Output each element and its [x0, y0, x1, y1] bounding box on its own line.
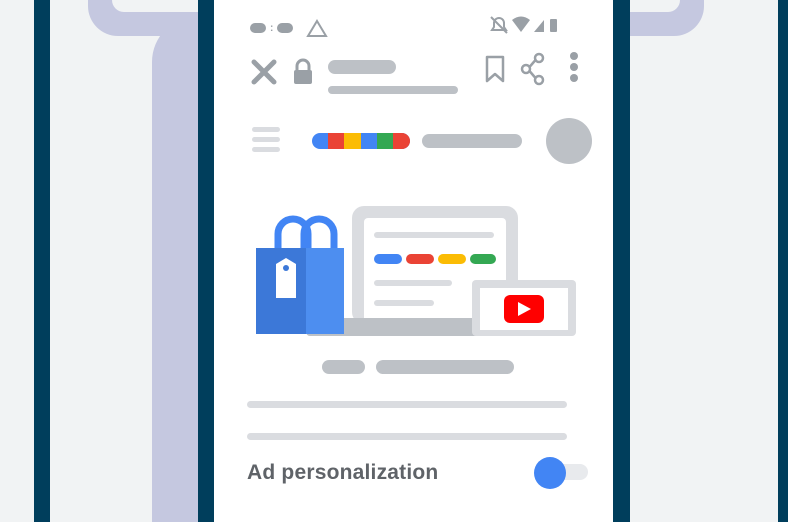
toggle-knob: [534, 457, 566, 489]
status-bar-left: :: [250, 18, 329, 38]
status-dot: [250, 23, 266, 33]
lock-icon: [294, 58, 312, 84]
youtube-window: [472, 280, 576, 336]
more-vert-icon[interactable]: [568, 50, 580, 84]
bell-off-icon: [490, 16, 508, 34]
phone-right-border: [613, 0, 630, 522]
status-icons: [490, 16, 557, 34]
hamburger-menu-icon[interactable]: [250, 124, 282, 156]
status-dot: [277, 23, 294, 33]
google-logo-bar: [312, 133, 410, 149]
avatar[interactable]: [546, 118, 592, 164]
phone-screen: : Ad personalization: [214, 0, 613, 522]
search-placeholder[interactable]: [422, 134, 522, 148]
share-icon[interactable]: [520, 52, 546, 86]
ad-personalization-toggle[interactable]: [532, 456, 588, 490]
frame-left-bar: [34, 0, 50, 522]
page-title-placeholder: [328, 60, 396, 74]
wifi-icon: [512, 16, 530, 32]
ad-personalization-label: Ad personalization: [247, 461, 439, 484]
close-icon[interactable]: [250, 58, 278, 86]
frame-right-bar: [778, 0, 788, 522]
drive-icon: [306, 19, 329, 37]
text-line-placeholder: [247, 433, 567, 440]
text-line-placeholder: [247, 401, 567, 408]
caption-pill-short: [322, 360, 365, 374]
bookmark-icon[interactable]: [484, 54, 506, 84]
page-url-placeholder: [328, 86, 458, 94]
phone-left-border: [198, 0, 214, 522]
caption-pill-long: [376, 360, 514, 374]
status-colon: :: [270, 22, 274, 34]
shopping-bag-icon: [256, 215, 344, 334]
shopping-illustration: [256, 206, 576, 336]
battery-icon: [550, 19, 557, 32]
signal-icon: [534, 20, 544, 32]
frame-overlay-column: [152, 16, 198, 522]
